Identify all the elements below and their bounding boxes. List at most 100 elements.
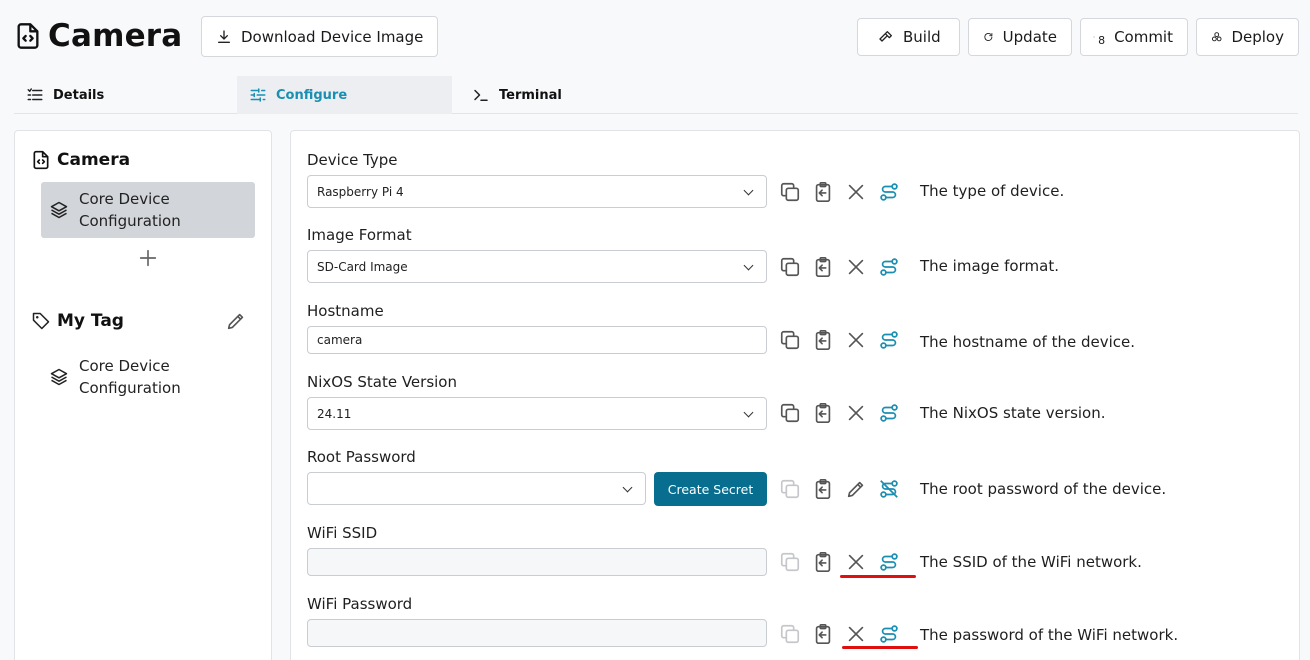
route-off-icon[interactable] <box>878 478 900 500</box>
deploy-label: Deploy <box>1231 28 1284 46</box>
image-format-select[interactable]: SD-Card Image <box>307 250 767 283</box>
hammer-icon <box>879 31 892 42</box>
clear-icon[interactable] <box>845 551 867 573</box>
tab-configure[interactable]: Configure <box>237 76 452 114</box>
device-type-select[interactable]: Raspberry Pi 4 <box>307 175 767 208</box>
wifi-password-input[interactable] <box>307 619 767 647</box>
route-icon[interactable] <box>878 551 900 573</box>
config-panel: Device Type Raspberry Pi 4 The type of d… <box>290 130 1300 660</box>
highlight-underline <box>840 575 916 578</box>
sliders-icon <box>250 88 266 102</box>
create-secret-button[interactable]: Create Secret <box>654 472 767 506</box>
tab-terminal[interactable]: Terminal <box>460 76 660 114</box>
paste-icon[interactable] <box>812 181 834 203</box>
sidebar-device-heading: Camera <box>31 150 130 170</box>
tab-details[interactable]: Details <box>14 76 236 114</box>
build-button[interactable]: Build <box>857 18 960 56</box>
copy-icon <box>779 551 801 573</box>
root-password-select[interactable] <box>307 472 646 505</box>
clear-icon[interactable] <box>845 329 867 351</box>
paste-icon[interactable] <box>812 329 834 351</box>
paste-icon[interactable] <box>812 256 834 278</box>
list-icon <box>27 88 43 101</box>
copy-icon[interactable] <box>779 181 801 203</box>
paste-icon[interactable] <box>812 623 834 645</box>
field-label: Root Password <box>307 448 416 466</box>
field-state-version: NixOS State Version 24.11 The NixOS stat… <box>307 373 1287 430</box>
field-device-type: Device Type Raspberry Pi 4 The type of d… <box>307 151 1287 208</box>
field-root-password: Root Password Create Secret The root pas… <box>307 448 1287 506</box>
code-file-icon <box>31 150 51 170</box>
field-hostname: Hostname camera The hostname of the devi… <box>307 302 1287 354</box>
field-wifi-ssid: WiFi SSID The SSID of the WiFi network. <box>307 524 1287 578</box>
field-description: The root password of the device. <box>920 480 1167 498</box>
route-icon[interactable] <box>878 256 900 278</box>
paste-icon[interactable] <box>812 402 834 424</box>
field-label: WiFi Password <box>307 595 413 613</box>
route-icon[interactable] <box>878 402 900 424</box>
add-module-icon[interactable] <box>137 247 159 269</box>
clear-icon[interactable] <box>845 623 867 645</box>
page-title-text: Camera <box>48 18 183 54</box>
download-device-image-button[interactable]: Download Device Image <box>201 16 439 57</box>
field-description: The image format. <box>920 257 1059 275</box>
download-icon <box>218 29 230 43</box>
field-description: The NixOS state version. <box>920 404 1106 422</box>
layers-icon <box>49 200 69 220</box>
code-file-icon <box>14 22 42 50</box>
copy-icon[interactable] <box>779 402 801 424</box>
terminal-icon <box>474 89 488 101</box>
tab-details-label: Details <box>53 87 105 103</box>
route-icon[interactable] <box>878 181 900 203</box>
paste-icon[interactable] <box>812 478 834 500</box>
sidebar-item-core-config[interactable]: Core Device Configuration <box>41 182 255 238</box>
copy-icon[interactable] <box>779 329 801 351</box>
layers-icon <box>49 367 69 387</box>
field-label: Device Type <box>307 151 398 169</box>
field-label: Image Format <box>307 226 412 244</box>
clear-icon[interactable] <box>845 402 867 424</box>
tab-terminal-label: Terminal <box>499 87 562 103</box>
clear-icon[interactable] <box>845 181 867 203</box>
sidebar-item-tag-core-config[interactable]: Core Device Configuration <box>41 349 255 405</box>
deploy-icon <box>1211 32 1222 42</box>
sidebar-item-label: Core Device Configuration <box>79 357 181 397</box>
field-description: The SSID of the WiFi network. <box>920 553 1142 571</box>
edit-icon[interactable] <box>845 478 867 500</box>
git-commit-icon <box>1093 36 1095 38</box>
download-label: Download Device Image <box>241 27 424 46</box>
build-label: Build <box>903 28 941 46</box>
sidebar: Camera Core Device Configuration My Tag … <box>14 130 272 660</box>
field-label: NixOS State Version <box>307 373 457 391</box>
commit-count: 8 <box>1098 33 1106 47</box>
hostname-input[interactable]: camera <box>307 326 767 354</box>
sidebar-device-title: Camera <box>57 150 131 170</box>
copy-icon <box>779 478 801 500</box>
sidebar-tag-heading: My Tag <box>31 311 124 331</box>
refresh-icon <box>984 32 993 41</box>
tab-bar: Details Configure Terminal <box>14 76 1298 114</box>
route-icon[interactable] <box>878 329 900 351</box>
update-button[interactable]: Update <box>968 18 1072 56</box>
deploy-button[interactable]: Deploy <box>1196 18 1299 56</box>
field-label: WiFi SSID <box>307 524 378 542</box>
update-label: Update <box>1002 28 1057 46</box>
page-title: Camera <box>14 14 182 58</box>
paste-icon[interactable] <box>812 551 834 573</box>
field-description: The password of the WiFi network. <box>920 626 1179 644</box>
commit-button[interactable]: 8 Commit <box>1080 18 1188 56</box>
field-description: The hostname of the device. <box>920 333 1136 351</box>
state-version-select[interactable]: 24.11 <box>307 397 767 430</box>
route-icon[interactable] <box>878 623 900 645</box>
sidebar-tag-title: My Tag <box>57 311 124 331</box>
field-label: Hostname <box>307 302 384 320</box>
clear-icon[interactable] <box>845 256 867 278</box>
sidebar-item-label: Core Device Configuration <box>79 190 181 230</box>
field-description: The type of device. <box>920 182 1065 200</box>
tab-configure-label: Configure <box>276 87 348 103</box>
copy-icon[interactable] <box>779 256 801 278</box>
edit-tag-icon[interactable] <box>225 310 247 332</box>
commit-label: Commit <box>1114 28 1173 46</box>
wifi-ssid-input[interactable] <box>307 548 767 576</box>
highlight-underline <box>842 646 918 649</box>
